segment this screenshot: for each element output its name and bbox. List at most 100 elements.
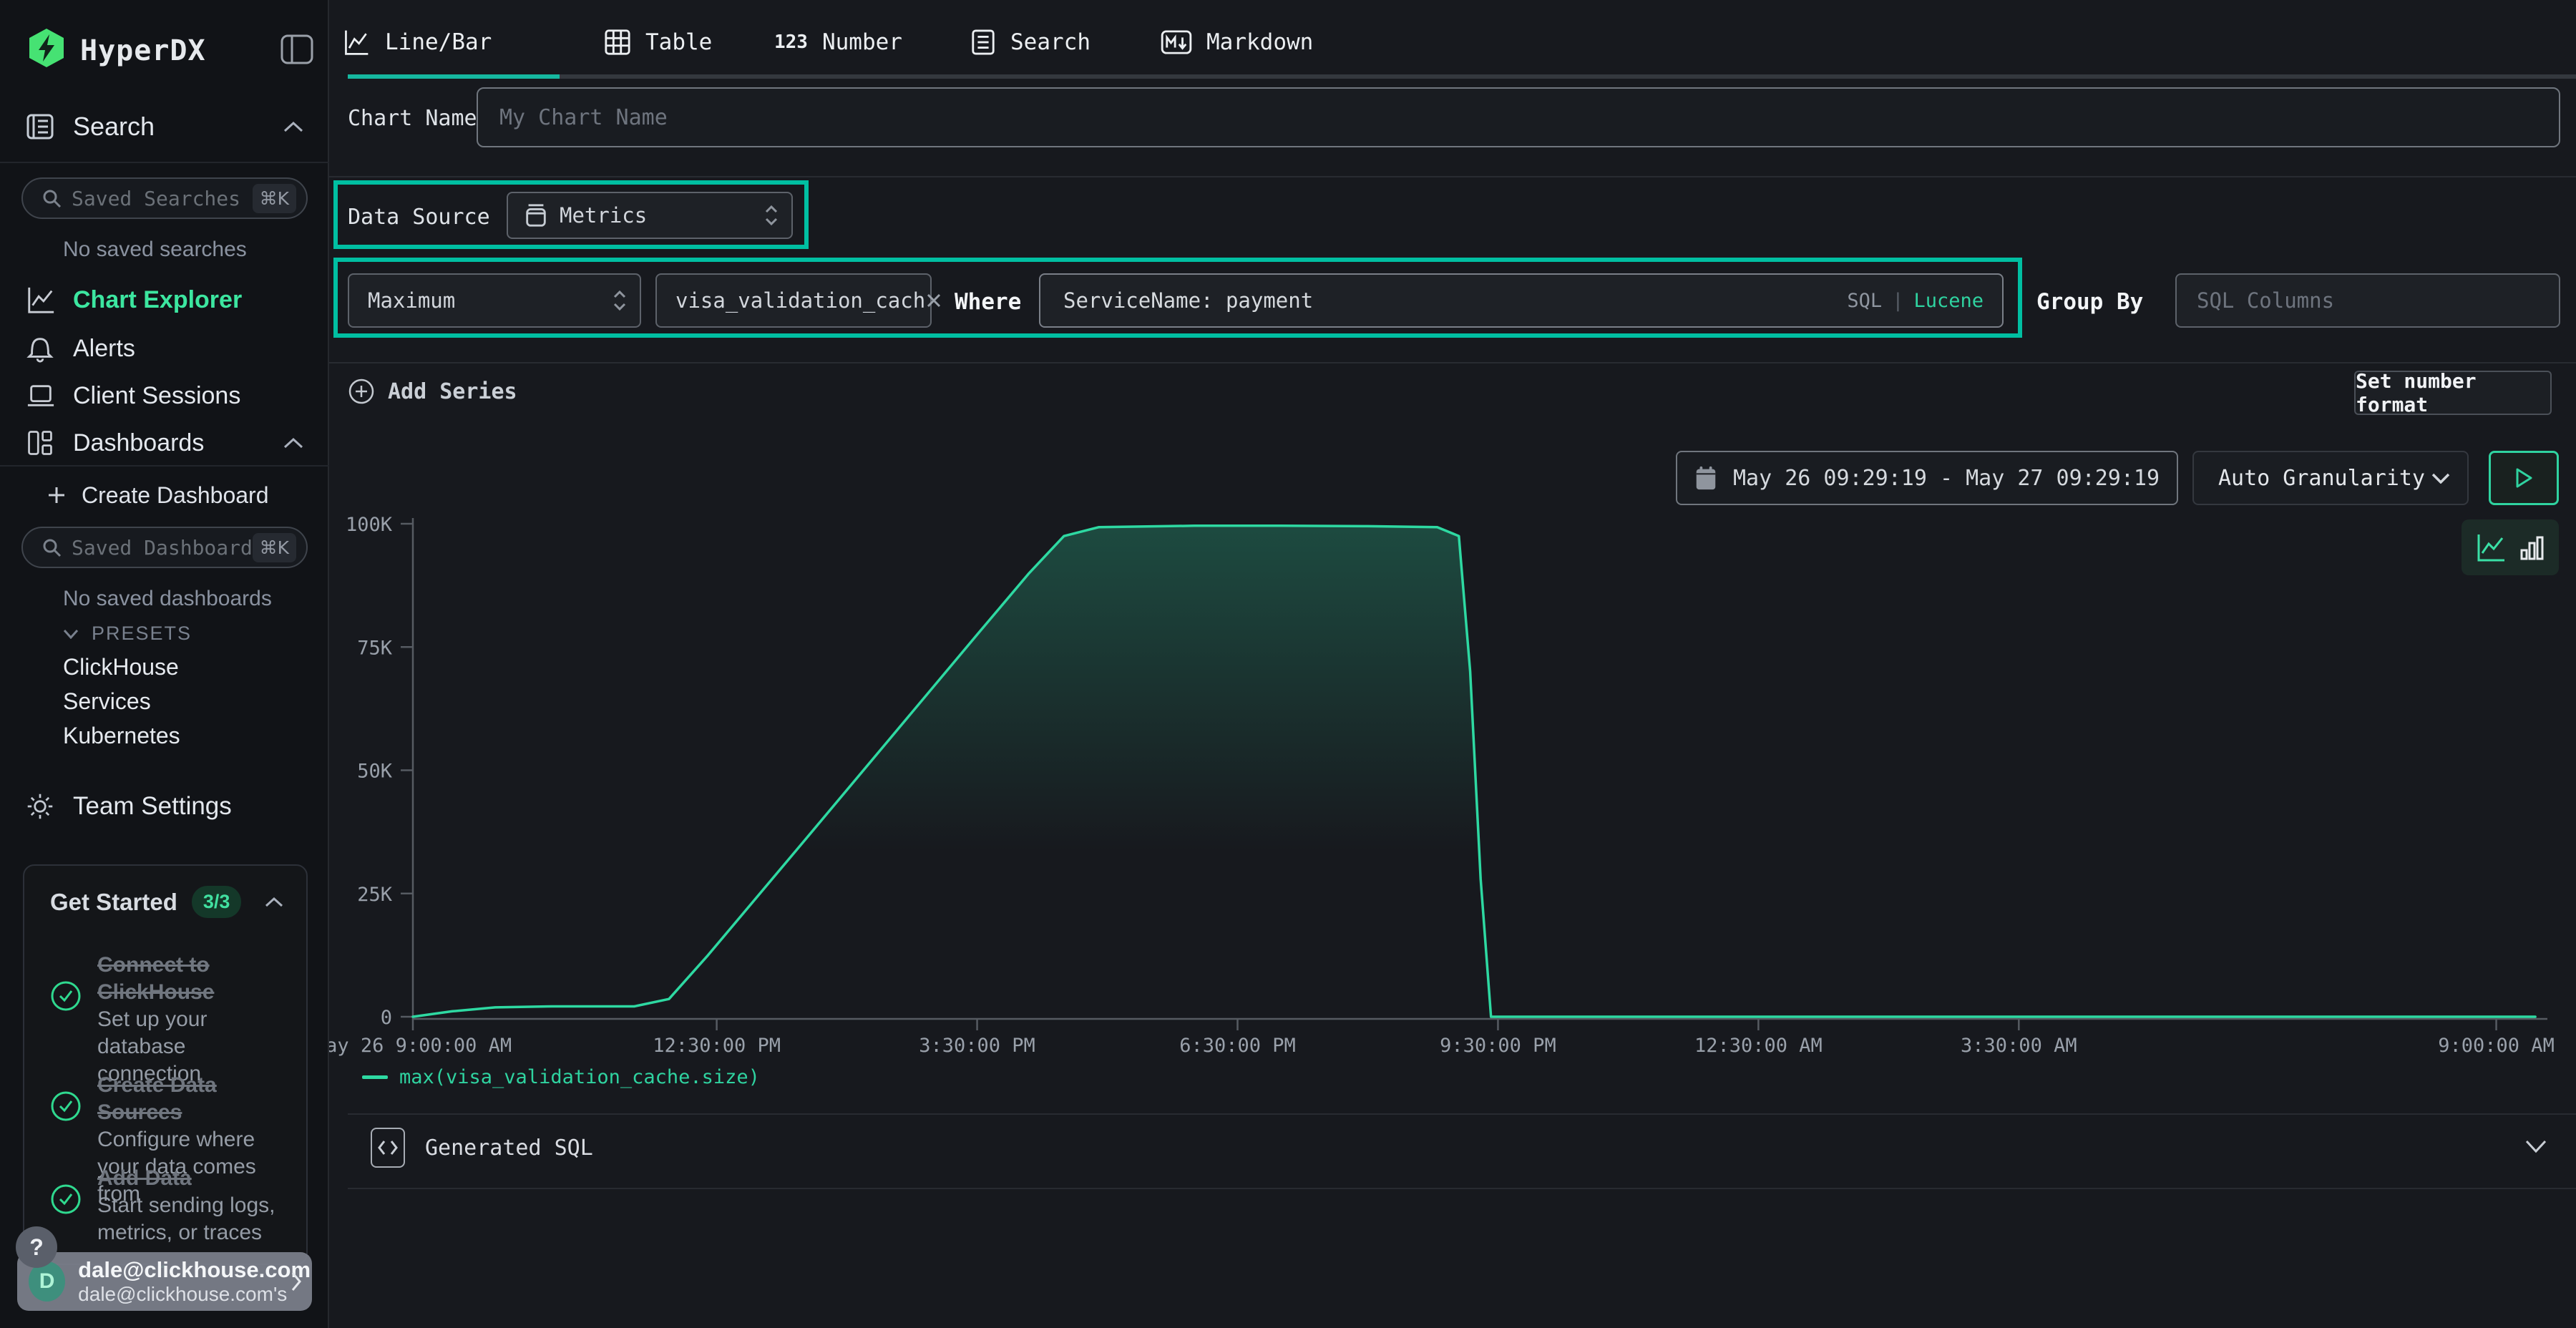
task-add-data[interactable]: Add Data Start sending logs, metrics, or… [50, 1165, 295, 1246]
chevron-right-icon [291, 1271, 302, 1292]
team-settings-item[interactable]: Team Settings [0, 786, 329, 827]
data-source-label: Data Source [348, 205, 490, 230]
generated-sql-toggle[interactable]: Generated SQL [371, 1128, 593, 1168]
sidebar-item-label: Chart Explorer [73, 286, 242, 314]
add-series-label: Add Series [388, 379, 517, 404]
saved-searches-search[interactable]: ⌘K [21, 177, 308, 219]
no-saved-dashboards-text: No saved dashboards [63, 587, 272, 611]
preset-services[interactable]: Services [63, 688, 151, 715]
tab-number[interactable]: 123 Number [774, 26, 902, 59]
svg-text:9:30:00 PM: 9:30:00 PM [1440, 1035, 1556, 1057]
sidebar-item-label: Client Sessions [73, 382, 240, 410]
date-range-value: May 26 09:29:19 - May 27 09:29:19 [1733, 466, 2160, 491]
sidebar-item-label: Dashboards [73, 429, 204, 457]
tab-search[interactable]: Search [970, 26, 1091, 59]
where-field[interactable]: ServiceName: payment SQL | Lucene [1039, 273, 2004, 328]
tab-underline-track [348, 74, 2576, 79]
svg-text:3:30:00 PM: 3:30:00 PM [919, 1035, 1035, 1057]
chart-explorer-icon [26, 285, 56, 315]
search-section-icon [26, 112, 56, 141]
number-123-icon: 123 [774, 31, 808, 53]
date-range-picker[interactable]: May 26 09:29:19 - May 27 09:29:19 [1676, 451, 2178, 505]
remove-metric-icon[interactable] [925, 292, 942, 309]
chevron-down-icon[interactable] [2524, 1139, 2547, 1153]
svg-text:6:30:00 PM: 6:30:00 PM [1179, 1035, 1296, 1057]
sidebar-item-client-sessions[interactable]: Client Sessions [0, 375, 329, 416]
preset-clickhouse[interactable]: ClickHouse [63, 654, 179, 680]
add-series-button[interactable]: Add Series [348, 378, 517, 405]
task-title: Connect to ClickHouse [97, 952, 295, 1006]
bar-chart-type-icon[interactable] [2519, 533, 2545, 562]
chart-name-label: Chart Name [348, 106, 477, 131]
user-subtitle: dale@clickhouse.com's [78, 1283, 291, 1306]
saved-dashboards-search[interactable]: ⌘K [21, 527, 308, 568]
sidebar-section-search[interactable]: Search [0, 106, 329, 147]
shortcut-badge: ⌘K [253, 184, 296, 213]
svg-text:50K: 50K [357, 761, 393, 783]
group-by-input[interactable] [2197, 288, 2539, 313]
group-by-field[interactable] [2175, 273, 2560, 328]
line-chart-type-icon[interactable] [2475, 532, 2507, 563]
app-title: HyperDX [80, 34, 206, 67]
calendar-icon [1694, 465, 1717, 491]
presets-header[interactable]: PRESETS [63, 622, 192, 645]
svg-text:May 26 9:00:00 AM: May 26 9:00:00 AM [314, 1035, 512, 1057]
lucene-toggle[interactable]: Lucene [1913, 290, 1984, 312]
database-icon [524, 202, 548, 228]
task-connect-clickhouse[interactable]: Connect to ClickHouse Set up your databa… [50, 952, 295, 1088]
hyperdx-logo-icon[interactable] [26, 27, 67, 69]
sidebar-item-dashboards[interactable]: Dashboards [0, 422, 329, 464]
data-source-value: Metrics [560, 203, 647, 228]
metric-tag-value: visa_validation_cach [675, 288, 925, 313]
circle-plus-icon [348, 378, 375, 405]
metric-tag[interactable]: visa_validation_cach [655, 273, 932, 328]
collapse-sidebar-icon[interactable] [280, 34, 313, 64]
where-value: ServiceName: payment [1063, 288, 1313, 313]
legend-series-label: max(visa_validation_cache.size) [399, 1066, 760, 1088]
chart-name-field[interactable] [477, 87, 2560, 147]
saved-searches-input[interactable] [72, 187, 253, 210]
svg-text:12:30:00 PM: 12:30:00 PM [653, 1035, 781, 1057]
set-number-format-button[interactable]: Set number format [2354, 371, 2552, 415]
help-button[interactable]: ? [16, 1226, 57, 1268]
svg-text:12:30:00 AM: 12:30:00 AM [1694, 1035, 1823, 1057]
tab-line-bar[interactable]: Line/Bar [342, 26, 492, 59]
table-icon [604, 29, 631, 56]
tab-table[interactable]: Table [604, 26, 712, 59]
tab-markdown[interactable]: Markdown [1161, 26, 1313, 59]
sql-toggle[interactable]: SQL [1847, 290, 1882, 312]
sidebar-item-label: Alerts [73, 335, 135, 363]
sidebar-item-alerts[interactable]: Alerts [0, 328, 329, 369]
saved-dashboards-input[interactable] [72, 536, 253, 560]
search-icon [42, 188, 62, 208]
chart-legend: max(visa_validation_cache.size) [362, 1066, 760, 1088]
preset-kubernetes[interactable]: Kubernetes [63, 723, 180, 749]
user-menu[interactable]: D dale@clickhouse.com dale@clickhouse.co… [17, 1252, 312, 1311]
select-chevrons-icon [764, 204, 779, 227]
chart-name-input[interactable] [499, 105, 2537, 130]
code-icon [371, 1128, 405, 1168]
search-icon [42, 537, 62, 557]
svg-text:9:00:00 AM: 9:00:00 AM [2438, 1035, 2555, 1057]
chevron-up-icon [283, 437, 303, 449]
aggregation-value: Maximum [368, 288, 455, 313]
progress-badge: 3/3 [192, 886, 242, 918]
run-query-button[interactable] [2489, 451, 2559, 505]
bell-icon [26, 333, 56, 363]
granularity-select[interactable]: Auto Granularity [2192, 451, 2469, 505]
granularity-value: Auto Granularity [2218, 466, 2425, 491]
play-icon [2514, 467, 2533, 489]
create-dashboard-button[interactable]: Create Dashboard [0, 478, 329, 512]
search-section-label: Search [73, 112, 155, 142]
aggregation-select[interactable]: Maximum [348, 273, 641, 328]
chevron-up-icon[interactable] [265, 897, 283, 907]
chevron-down-icon [2431, 472, 2450, 484]
task-title: Add Data [97, 1165, 295, 1192]
chart-type-toggle [2462, 519, 2559, 575]
legend-line-marker [362, 1075, 388, 1079]
search-doc-icon [970, 29, 996, 56]
sidebar-item-chart-explorer[interactable]: Chart Explorer [0, 279, 329, 321]
svg-text:100K: 100K [346, 514, 393, 536]
sidebar: HyperDX Search ⌘K [0, 0, 329, 1328]
data-source-select[interactable]: Metrics [507, 192, 793, 239]
